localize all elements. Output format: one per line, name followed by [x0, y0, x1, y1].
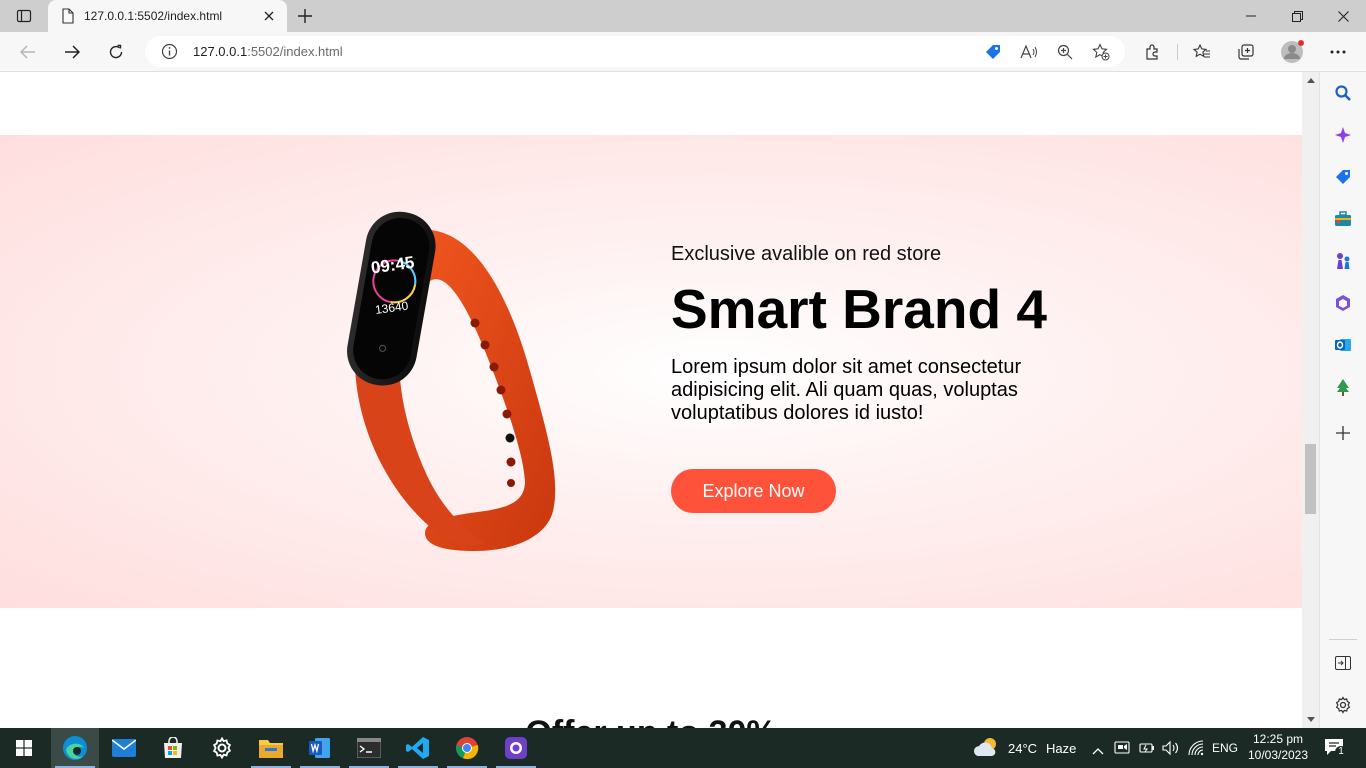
hide-sidebar-icon[interactable] — [1332, 652, 1354, 674]
file-explorer-taskbar-icon[interactable] — [247, 728, 295, 768]
windows-taskbar: 24°C Haze ENG 12:25 pm 10/03/2023 1 — [0, 728, 1366, 768]
new-tab-icon[interactable] — [292, 4, 318, 28]
toolbar-divider — [1177, 44, 1178, 60]
window-controls — [1228, 0, 1366, 32]
notification-icon[interactable]: 1 — [1324, 738, 1347, 758]
hero-description: Lorem ipsum dolor sit amet consectetur a… — [671, 356, 1022, 424]
url-text: 127.0.0.1:5502/index.html — [193, 44, 343, 59]
notification-count: 1 — [1335, 746, 1347, 758]
weather-temperature: 24°C — [1008, 741, 1038, 756]
shopping-tag-icon[interactable] — [1332, 166, 1354, 188]
minimize-icon[interactable] — [1228, 0, 1274, 32]
coupon-tag-icon[interactable] — [983, 42, 1003, 62]
extensions-icon[interactable] — [1141, 40, 1165, 64]
office-icon[interactable] — [1332, 292, 1354, 314]
hero-text-block: Exclusive avalible on red store Smart Br… — [671, 242, 1091, 513]
system-clock[interactable]: 12:25 pm 10/03/2023 — [1238, 731, 1318, 763]
terminal-taskbar-icon[interactable] — [345, 728, 393, 768]
collections-icon[interactable] — [1234, 40, 1258, 64]
add-sidebar-app-icon[interactable] — [1332, 422, 1354, 444]
store-taskbar-icon[interactable] — [149, 728, 197, 768]
hero-title: Smart Brand 4 — [671, 278, 1047, 340]
refresh-icon[interactable] — [100, 36, 132, 68]
chevron-up-icon[interactable] — [1092, 742, 1104, 760]
meet-now-icon[interactable] — [1114, 740, 1130, 761]
profile-avatar[interactable] — [1280, 40, 1304, 64]
page-scrollbar[interactable] — [1302, 72, 1319, 728]
outlook-icon[interactable] — [1332, 334, 1354, 356]
tab-actions-icon[interactable] — [8, 4, 40, 28]
github-desktop-taskbar-icon[interactable] — [492, 728, 540, 768]
site-info-icon[interactable] — [161, 43, 178, 60]
close-tab-icon[interactable] — [259, 6, 279, 26]
scroll-thumb[interactable] — [1305, 444, 1316, 514]
weather-description: Haze — [1046, 741, 1077, 756]
volume-icon[interactable] — [1162, 740, 1180, 761]
url-host: 127.0.0.1 — [193, 44, 248, 59]
url-path: :5502/index.html — [247, 44, 343, 59]
page-icon — [60, 8, 76, 24]
tab-strip: 127.0.0.1:5502/index.html — [0, 0, 1366, 32]
more-menu-icon[interactable] — [1326, 40, 1350, 64]
vscode-taskbar-icon[interactable] — [394, 728, 442, 768]
clock-time: 12:25 pm — [1252, 732, 1304, 746]
hero-subtitle: Exclusive avalible on red store — [671, 243, 942, 265]
address-bar-row: 127.0.0.1:5502/index.html — [0, 32, 1366, 72]
games-chess-icon[interactable] — [1332, 250, 1354, 272]
settings-gear-icon[interactable] — [1332, 694, 1354, 716]
close-window-icon[interactable] — [1320, 0, 1366, 32]
settings-taskbar-icon[interactable] — [198, 728, 246, 768]
word-taskbar-icon[interactable] — [296, 728, 344, 768]
tools-briefcase-icon[interactable] — [1332, 208, 1354, 230]
language-indicator[interactable]: ENG — [1212, 741, 1238, 755]
explore-now-button[interactable]: Explore Now — [671, 469, 836, 513]
forward-arrow-icon[interactable] — [56, 36, 88, 68]
battery-icon[interactable] — [1139, 741, 1155, 760]
scroll-down-arrow-icon[interactable] — [1302, 711, 1319, 728]
favorites-icon[interactable] — [1190, 40, 1214, 64]
clock-date: 10/03/2023 — [1247, 748, 1309, 762]
restore-icon[interactable] — [1274, 0, 1320, 32]
windows-start-icon[interactable] — [0, 728, 48, 768]
sidebar-divider — [1329, 639, 1357, 640]
weather-icon[interactable] — [973, 736, 1001, 765]
browser-tab[interactable]: 127.0.0.1:5502/index.html — [48, 0, 287, 32]
tree-icon[interactable] — [1332, 376, 1354, 398]
add-favorite-icon[interactable] — [1091, 42, 1111, 62]
mail-taskbar-icon[interactable] — [100, 728, 148, 768]
search-icon[interactable] — [1332, 82, 1354, 104]
zoom-icon[interactable] — [1055, 42, 1075, 62]
tab-title: 127.0.0.1:5502/index.html — [84, 9, 223, 23]
smart-band-image: 09:45 13640 — [347, 211, 556, 552]
read-aloud-icon[interactable] — [1019, 42, 1039, 62]
address-input[interactable]: 127.0.0.1:5502/index.html — [145, 36, 1125, 67]
wifi-icon[interactable] — [1188, 740, 1206, 761]
offer-heading: Offer up to 30% — [0, 714, 1302, 728]
chrome-taskbar-icon[interactable] — [443, 728, 491, 768]
copilot-sparkle-icon[interactable] — [1332, 124, 1354, 146]
edge-taskbar-icon[interactable] — [51, 728, 99, 768]
edge-sidebar — [1319, 72, 1366, 728]
back-arrow-icon[interactable] — [12, 36, 44, 68]
page-viewport: 09:45 13640 Exclusive avalible on red st… — [0, 72, 1302, 728]
hero-section: 09:45 13640 Exclusive avalible on red st… — [0, 135, 1302, 608]
scroll-up-arrow-icon[interactable] — [1302, 72, 1319, 89]
